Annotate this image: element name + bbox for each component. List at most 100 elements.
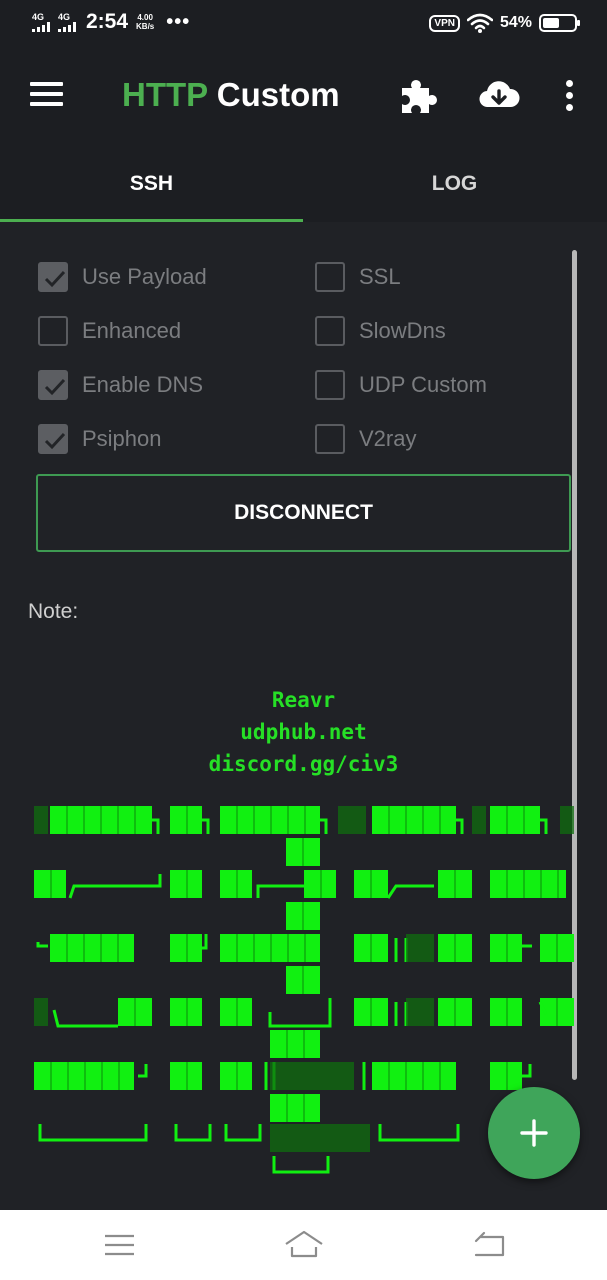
tab-ssh[interactable]: SSH [0, 146, 303, 222]
banner-texture [560, 806, 574, 834]
check-icon [44, 432, 66, 450]
speed-unit: KB/s [136, 22, 155, 31]
banner-block [490, 998, 522, 1026]
wifi-icon [466, 13, 493, 33]
note-line: udphub.net [240, 720, 367, 744]
banner-connector [38, 1124, 148, 1142]
banner-block [304, 870, 336, 898]
banner-connector [174, 1124, 212, 1142]
note-line: discord.gg/civ3 [208, 752, 399, 776]
option-label: SlowDns [359, 318, 446, 343]
banner-connector [540, 818, 548, 834]
option-use-payload[interactable]: Use Payload [38, 259, 207, 295]
note-line: Reavr [271, 688, 336, 712]
banner-texture [406, 934, 434, 962]
add-config-button[interactable] [488, 1087, 580, 1179]
banner-block [220, 1062, 252, 1090]
banner-block [270, 1030, 320, 1058]
tab-bar: SSH LOG [0, 146, 607, 222]
banner-block [50, 934, 134, 962]
banner-connector [138, 1064, 148, 1078]
network-indicator-1: 4G [32, 11, 50, 32]
network-speed: 4.00 KB/s [136, 13, 154, 31]
note-text: Reavr udphub.net discord.gg/civ3 [0, 684, 607, 780]
banner-connector [256, 884, 304, 898]
option-label: Enhanced [82, 318, 182, 343]
banner-connector [36, 942, 48, 948]
network-type-label: 4G [32, 11, 45, 22]
banner-connector [68, 874, 162, 899]
banner-texture [472, 806, 486, 834]
signal-icon [32, 21, 50, 32]
option-enhanced[interactable]: Enhanced [38, 313, 181, 349]
puzzle-icon[interactable] [398, 76, 438, 116]
banner-block [490, 934, 522, 962]
disconnect-button[interactable]: DISCONNECT [36, 474, 571, 552]
system-nav-bar [0, 1210, 607, 1280]
app-title-accent: HTTP [122, 76, 208, 113]
banner-texture [270, 1124, 370, 1152]
banner-block [372, 1062, 456, 1090]
option-udp-custom[interactable]: UDP Custom [315, 367, 487, 403]
checkbox-checked[interactable] [38, 424, 68, 454]
banner-texture [34, 998, 48, 1026]
banner-block [270, 1094, 320, 1122]
banner-block [490, 806, 540, 834]
ssh-panel: Use Payload Enhanced Enable DNS Psiphon … [0, 222, 607, 1210]
plus-icon [520, 1119, 548, 1147]
option-psiphon[interactable]: Psiphon [38, 421, 162, 457]
option-label: Enable DNS [82, 372, 204, 397]
banner-connector [378, 1124, 460, 1142]
back-icon[interactable] [470, 1228, 510, 1262]
banner-texture [338, 806, 366, 834]
banner-block [220, 870, 252, 898]
option-label: Use Payload [82, 264, 207, 289]
recents-menu-icon[interactable] [100, 1228, 140, 1262]
checkbox-unchecked[interactable] [315, 370, 345, 400]
hamburger-menu-icon[interactable] [30, 82, 64, 108]
battery-fill [543, 18, 559, 28]
option-label: SSL [359, 264, 401, 289]
more-notifications-icon: ••• [166, 10, 191, 33]
checkbox-unchecked[interactable] [38, 316, 68, 346]
banner-connector [320, 818, 328, 834]
banner-texture [406, 998, 434, 1026]
banner-block [170, 870, 202, 898]
banner-block [490, 870, 566, 898]
speed-value: 4.00 [137, 13, 153, 22]
banner-block [372, 806, 456, 834]
banner-connector [202, 818, 210, 834]
checkbox-checked[interactable] [38, 262, 68, 292]
checkbox-unchecked[interactable] [315, 262, 345, 292]
option-enable-dns[interactable]: Enable DNS [38, 367, 203, 403]
banner-block [490, 1062, 522, 1090]
banner-connector [152, 818, 160, 834]
option-v2ray[interactable]: V2ray [315, 421, 416, 457]
app-title: HTTP Custom [122, 76, 340, 114]
status-left: 4G 4G 2:54 4.00 KB/s ••• [32, 10, 190, 34]
option-slowdns[interactable]: SlowDns [315, 313, 446, 349]
banner-block [170, 998, 202, 1026]
option-ssl[interactable]: SSL [315, 259, 401, 295]
checkbox-checked[interactable] [38, 370, 68, 400]
banner-connector [386, 884, 434, 899]
banner-block [170, 806, 202, 834]
banner-block [170, 934, 202, 962]
app-title-rest: Custom [207, 76, 340, 113]
banner-texture [34, 806, 48, 834]
banner-connector [394, 1002, 408, 1026]
more-vert-icon[interactable] [558, 80, 582, 112]
checkbox-unchecked[interactable] [315, 424, 345, 454]
banner-connector [272, 1156, 330, 1174]
banner-block [34, 870, 66, 898]
banner-texture [270, 1062, 354, 1090]
signal-icon [58, 21, 76, 32]
checkbox-unchecked[interactable] [315, 316, 345, 346]
cloud-download-icon[interactable] [478, 76, 520, 116]
network-type-label: 4G [58, 11, 71, 22]
tab-log[interactable]: LOG [303, 146, 606, 222]
check-icon [44, 378, 66, 396]
home-icon[interactable] [283, 1228, 323, 1262]
check-icon [44, 270, 66, 288]
vpn-badge: VPN [429, 14, 460, 32]
